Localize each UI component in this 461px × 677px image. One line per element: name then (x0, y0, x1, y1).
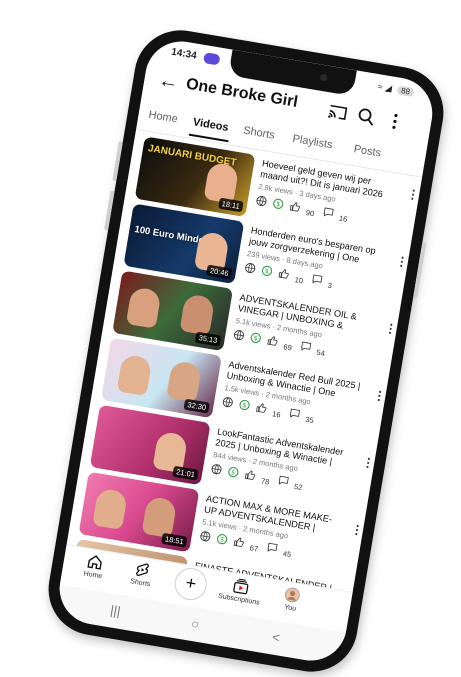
dollar-icon: $ (273, 198, 284, 209)
comment-icon (312, 274, 323, 284)
comment-icon (278, 475, 289, 485)
globe-icon (256, 195, 267, 207)
subscriptions-icon (233, 578, 249, 595)
dollar-icon: $ (261, 265, 273, 277)
shorts-icon (136, 563, 149, 577)
video-duration: 35:13 (194, 331, 222, 347)
recording-indicator (202, 52, 221, 66)
battery-icon: 88 (396, 85, 415, 98)
screen: 14:34 ≈ ◢ 88 ← One Broke Girl Home Video… (54, 36, 438, 666)
signal-icon: ≈ ◢ (376, 81, 393, 94)
tab-posts[interactable]: Posts (353, 143, 382, 159)
thumbs-up-icon (233, 537, 245, 547)
dollar-icon: $ (217, 534, 228, 545)
thumbnail-person (141, 495, 178, 539)
dollar-icon: $ (250, 332, 262, 344)
nav-shorts-label: Shorts (129, 578, 151, 589)
phone-frame: 14:34 ≈ ◢ 88 ← One Broke Girl Home Video… (41, 23, 451, 677)
more-vert-icon[interactable] (383, 110, 406, 133)
nav-you-label: You (283, 603, 297, 613)
tab-videos[interactable]: Videos (192, 116, 229, 134)
comment-count: 3 (327, 280, 333, 290)
like-count: 67 (249, 542, 259, 554)
video-thumbnail[interactable]: JANUARI BUDGET 18:11 (134, 136, 256, 218)
recents-button[interactable]: ||| (109, 602, 121, 618)
video-menu-icon[interactable]: ⋮ (361, 455, 375, 471)
like-count: 10 (294, 274, 304, 285)
video-duration: 21:01 (172, 465, 199, 481)
tab-home[interactable]: Home (148, 109, 179, 126)
volume-down-button (104, 190, 115, 231)
like-count: 69 (282, 341, 293, 352)
comment-count: 35 (304, 414, 315, 425)
thumbs-up-icon (245, 470, 256, 480)
dollar-icon: $ (239, 399, 250, 411)
svg-text:$: $ (253, 334, 258, 343)
thumbs-up-icon (278, 269, 289, 279)
video-menu-icon[interactable]: ⋮ (406, 187, 420, 203)
comment-count: 16 (338, 213, 349, 224)
svg-text:$: $ (264, 267, 269, 276)
back-arrow-icon[interactable]: ← (157, 68, 181, 95)
svg-text:$: $ (219, 535, 224, 544)
status-time: 14:34 (170, 46, 198, 62)
comment-count: 52 (293, 481, 304, 492)
thumbs-up-icon (267, 336, 278, 346)
video-duration: 20:46 (206, 264, 233, 280)
comment-icon (289, 408, 300, 418)
dollar-icon: $ (228, 466, 239, 478)
comment-count: 54 (315, 347, 326, 358)
power-button (413, 242, 427, 299)
globe-icon (245, 263, 256, 274)
tab-playlists[interactable]: Playlists (292, 133, 334, 151)
globe-icon (222, 397, 233, 408)
cast-icon[interactable] (326, 100, 349, 123)
stage: 14:34 ≈ ◢ 88 ← One Broke Girl Home Video… (0, 0, 461, 677)
like-count: 90 (305, 207, 316, 218)
nav-you[interactable]: You (263, 583, 320, 617)
video-duration: 32:30 (183, 398, 210, 414)
nav-subscriptions[interactable]: Subscriptions (212, 574, 269, 608)
svg-text:$: $ (276, 200, 281, 209)
svg-text:$: $ (242, 401, 247, 410)
volume-up-button (112, 141, 123, 182)
nav-home-label: Home (83, 570, 103, 581)
comment-icon (267, 542, 278, 552)
comment-icon (300, 341, 311, 351)
thumbnail-person (92, 487, 129, 530)
avatar (284, 587, 300, 603)
create-button[interactable]: + (172, 565, 210, 603)
like-count: 16 (271, 408, 282, 420)
nav-shorts[interactable]: Shorts (113, 558, 170, 592)
system-back-button[interactable]: < (271, 629, 281, 645)
thumbs-up-icon (256, 403, 267, 413)
home-icon (87, 555, 102, 570)
thumbnail-person (125, 286, 162, 329)
globe-icon (233, 330, 245, 341)
status-right: ≈ ◢ 88 (377, 81, 415, 98)
globe-icon (200, 531, 211, 542)
comment-icon (323, 207, 334, 217)
svg-text:$: $ (231, 468, 236, 477)
video-menu-icon[interactable]: ⋮ (372, 388, 386, 404)
nav-subscriptions-label: Subscriptions (217, 592, 261, 607)
video-duration: 18:11 (217, 197, 244, 213)
system-home-button[interactable]: ○ (190, 616, 200, 632)
thumbnail-person (166, 359, 203, 403)
thumbnail-person (179, 293, 216, 336)
like-count: 78 (260, 475, 271, 487)
comment-count: 45 (282, 548, 292, 559)
video-duration: 18:51 (161, 532, 188, 548)
thumbnail-person (116, 353, 153, 397)
tab-shorts[interactable]: Shorts (242, 125, 275, 142)
video-menu-icon[interactable]: ⋮ (350, 522, 364, 538)
search-icon[interactable] (355, 105, 378, 128)
video-menu-icon[interactable]: ⋮ (395, 254, 409, 270)
globe-icon (211, 464, 222, 475)
thumbs-up-icon (289, 202, 301, 212)
video-menu-icon[interactable]: ⋮ (384, 321, 398, 337)
